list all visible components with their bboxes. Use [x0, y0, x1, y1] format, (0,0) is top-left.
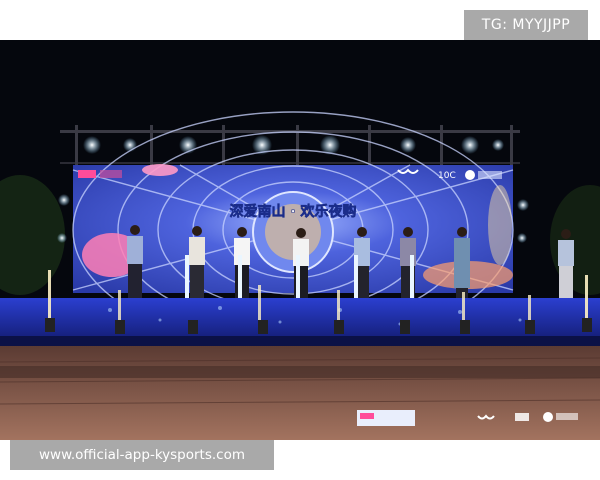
stage-edge	[0, 336, 600, 346]
logo-mark-left-2	[100, 170, 122, 178]
event-photo: 深爱南山 · 欢乐夜购 10C	[0, 40, 600, 440]
bottom-logo-mark	[515, 413, 529, 421]
bottom-logo-circle	[543, 412, 553, 422]
logo-mark-right	[478, 171, 502, 179]
bottom-logo-text	[556, 413, 578, 420]
tg-watermark: TG: MYYJJPP	[464, 10, 588, 40]
logo-circle	[465, 170, 475, 180]
screen-sponsor-mark: 10C	[438, 171, 456, 181]
url-watermark: www.official-app-kysports.com	[10, 440, 274, 470]
stage-scene: 深爱南山 · 欢乐夜购 10C	[0, 40, 600, 440]
logo-mark-left	[78, 170, 96, 178]
screen-title: 深爱南山 · 欢乐夜购	[229, 203, 356, 220]
